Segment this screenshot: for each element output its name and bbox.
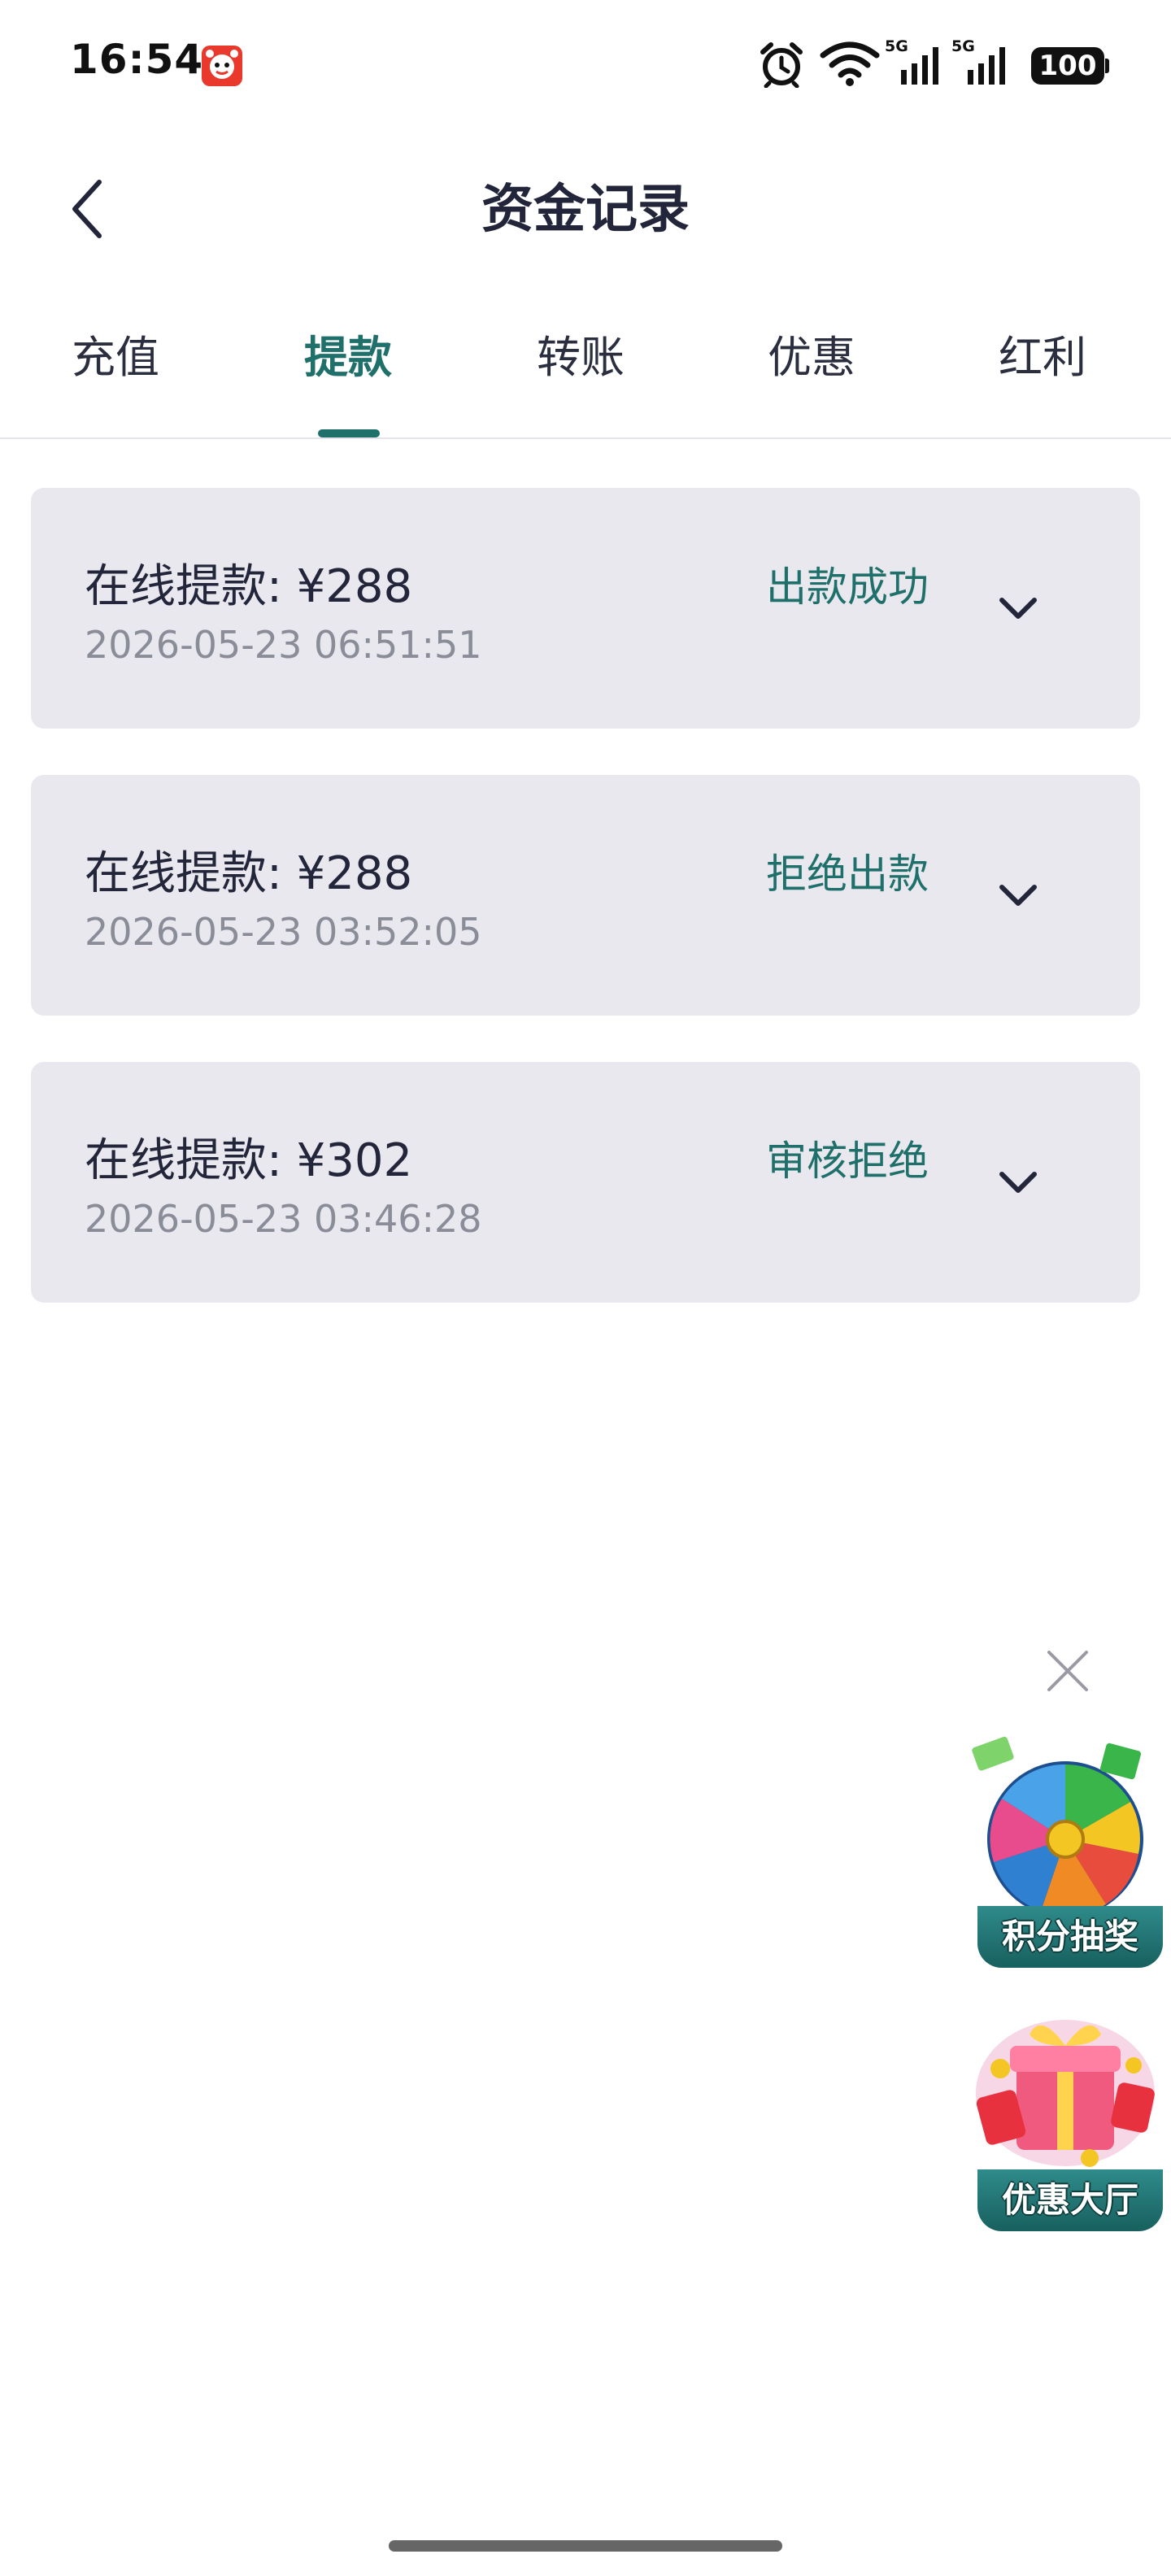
chevron-down-icon[interactable] [994, 871, 1043, 920]
active-tab-indicator [318, 429, 380, 437]
record-amount-label: 在线提款: ¥302 [85, 1134, 413, 1187]
record-amount-label: 在线提款: ¥288 [85, 560, 413, 613]
status-bar: 16:54 5G 5G 100 [0, 0, 1171, 130]
home-indicator[interactable] [389, 2540, 782, 2552]
chevron-down-icon[interactable] [994, 1158, 1043, 1207]
record-status: 拒绝出款 [766, 851, 929, 898]
tab-bonus[interactable]: 红利 [961, 325, 1124, 390]
promo-label: 优惠大厅 [977, 2169, 1163, 2231]
tab-transfer[interactable]: 转账 [499, 325, 662, 390]
battery-icon: 100 [1031, 47, 1109, 85]
withdrawal-record-card[interactable]: 在线提款: ¥302 2026-05-23 03:46:28 审核拒绝 [31, 1062, 1140, 1303]
chevron-down-icon[interactable] [994, 584, 1043, 633]
tab-withdrawal[interactable]: 提款 [267, 325, 429, 390]
record-amount-label: 在线提款: ¥288 [85, 847, 413, 900]
cell-signal-icon: 5G [885, 37, 942, 86]
withdrawal-record-card[interactable]: 在线提款: ¥288 2026-05-23 06:51:51 出款成功 [31, 488, 1140, 729]
record-status: 出款成功 [766, 564, 929, 611]
withdrawal-record-card[interactable]: 在线提款: ¥288 2026-05-23 03:52:05 拒绝出款 [31, 775, 1140, 1016]
status-time: 16:54 [70, 36, 204, 83]
wifi-icon [820, 41, 880, 86]
record-timestamp: 2026-05-23 03:52:05 [85, 910, 482, 954]
prize-wheel-icon [972, 1736, 1143, 1917]
record-status: 审核拒绝 [766, 1138, 929, 1185]
gift-box-icon [976, 2020, 1155, 2167]
close-icon[interactable] [1043, 1646, 1093, 1696]
page-title: 资金记录 [481, 180, 690, 240]
funds-record-page: 16:54 5G 5G 100 资金记录 充值 提款 转账 优惠 红利 在线提款… [0, 0, 1171, 2576]
divider [0, 437, 1171, 439]
promo-label: 积分抽奖 [977, 1906, 1163, 1968]
points-lottery-widget[interactable]: 积分抽奖 [960, 1732, 1171, 1968]
record-timestamp: 2026-05-23 03:46:28 [85, 1197, 482, 1241]
tab-deposit[interactable]: 充值 [34, 325, 197, 390]
promotion-hall-widget[interactable]: 优惠大厅 [960, 1995, 1171, 2231]
cell-signal-icon: 5G [951, 37, 1008, 86]
tab-bar: 充值 提款 转账 优惠 红利 [0, 325, 1171, 439]
alarm-icon [760, 42, 803, 88]
tab-promotion[interactable]: 优惠 [730, 325, 893, 390]
record-timestamp: 2026-05-23 06:51:51 [85, 623, 482, 667]
app-notification-icon [202, 46, 242, 86]
